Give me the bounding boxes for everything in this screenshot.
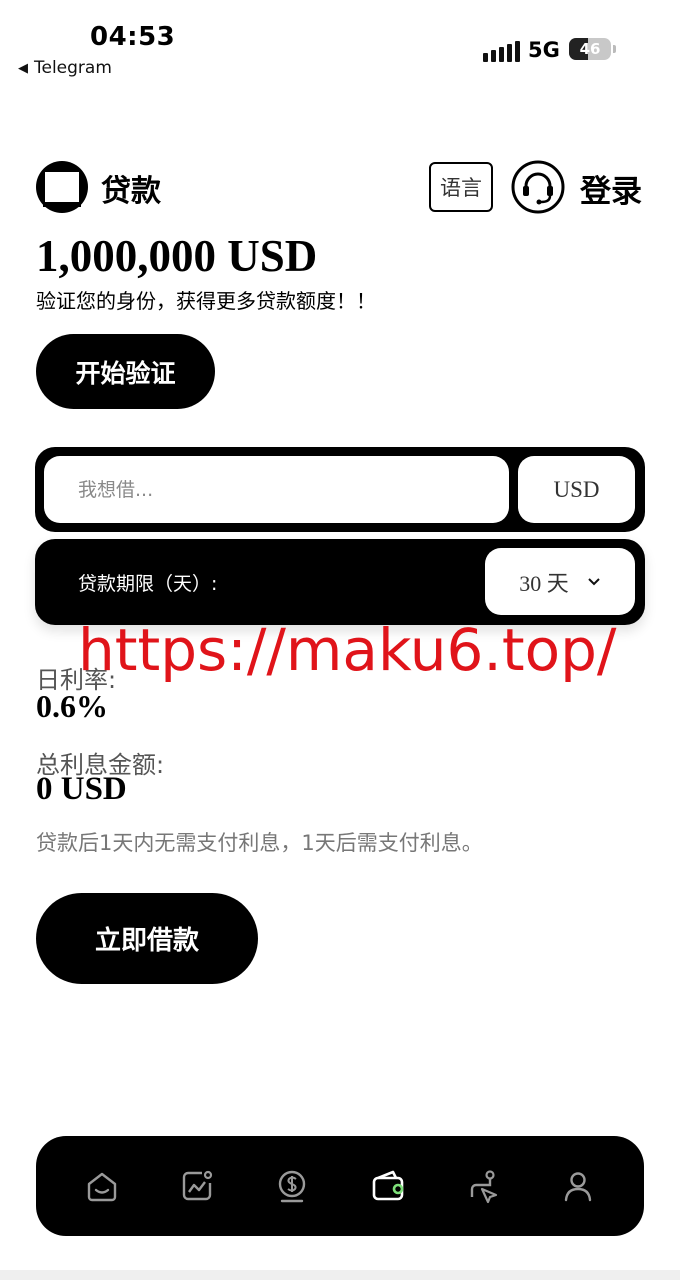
home-indicator-bar	[0, 1270, 680, 1280]
logo-icon	[36, 161, 88, 213]
status-time: 04:53	[90, 22, 176, 52]
battery-icon: 46	[569, 38, 611, 60]
back-arrow-icon: ◀	[18, 60, 28, 76]
nav-profile[interactable]	[553, 1161, 603, 1211]
nav-finance[interactable]	[267, 1161, 317, 1211]
daily-rate-value: 0.6%	[36, 688, 108, 724]
currency-label: USD	[518, 456, 635, 523]
borrow-now-button[interactable]: 立即借款	[36, 893, 258, 984]
chart-icon	[182, 1170, 213, 1201]
max-loan-amount: 1,000,000 USD	[36, 231, 318, 281]
nav-market[interactable]	[172, 1161, 222, 1211]
customer-support-icon[interactable]	[511, 160, 565, 214]
back-app-label: Telegram	[34, 58, 112, 78]
loan-term-select[interactable]: 30 天	[485, 548, 635, 615]
route-icon	[470, 1170, 498, 1204]
loan-term-label: 贷款期限（天）:	[78, 573, 218, 595]
watermark-url: https://maku6.top/	[78, 616, 617, 684]
coin-icon	[279, 1170, 306, 1203]
battery-tip	[613, 45, 616, 53]
start-verification-button[interactable]: 开始验证	[36, 334, 215, 409]
chevron-down-icon	[588, 577, 600, 585]
login-button[interactable]: 登录	[580, 166, 642, 211]
network-type: 5G	[528, 38, 560, 62]
verify-prompt: 验证您的身份，获得更多贷款额度！！	[36, 289, 376, 313]
battery-percent: 46	[579, 40, 601, 58]
loan-term-value: 30 天	[519, 570, 569, 596]
back-to-telegram-link[interactable]: ◀ Telegram	[18, 58, 112, 78]
nav-home[interactable]	[77, 1161, 127, 1211]
loan-amount-input[interactable]	[44, 456, 509, 523]
wallet-icon	[372, 1170, 403, 1201]
signal-icon	[483, 40, 520, 62]
total-interest-value: 0 USD	[36, 771, 127, 807]
nav-share[interactable]	[458, 1161, 508, 1211]
user-icon	[565, 1172, 592, 1202]
home-icon	[87, 1172, 116, 1202]
nav-wallet[interactable]	[363, 1161, 413, 1211]
interest-note: 贷款后1天内无需支付利息，1天后需支付利息。	[36, 831, 483, 855]
page-title: 贷款	[101, 174, 161, 209]
bottom-nav	[36, 1136, 644, 1236]
language-button[interactable]: 语言	[429, 162, 493, 212]
